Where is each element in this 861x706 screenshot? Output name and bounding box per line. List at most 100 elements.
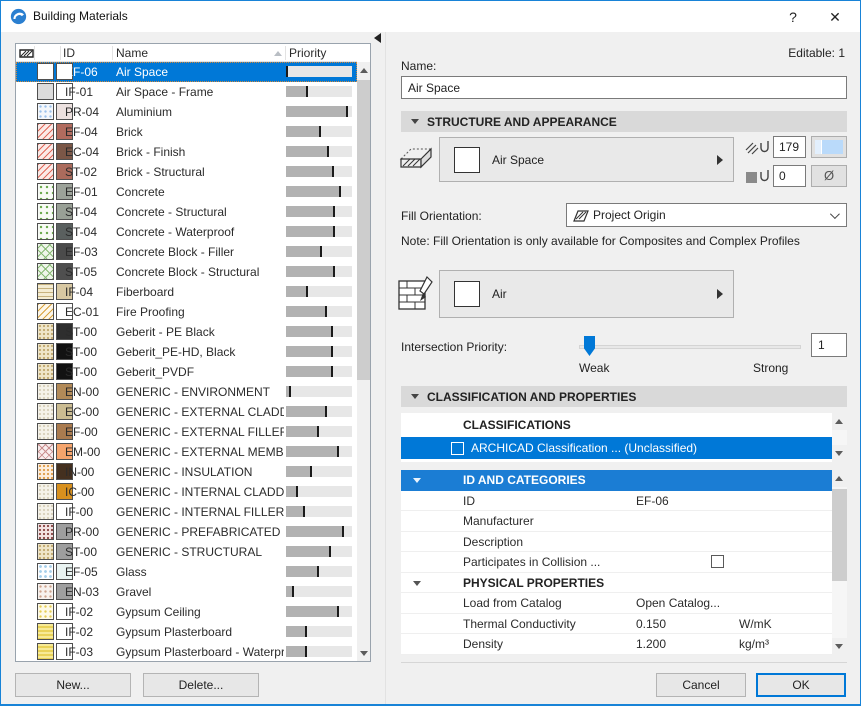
background-pen-input[interactable]: 0	[773, 165, 806, 187]
material-row[interactable]: EF-01Concrete	[16, 182, 357, 202]
classification-checkbox[interactable]	[451, 442, 464, 455]
panel-splitter[interactable]	[385, 32, 386, 706]
material-row[interactable]: ST-00Geberit - PE Black	[16, 322, 357, 342]
material-row[interactable]: EN-00GENERIC - ENVIRONMENT	[16, 382, 357, 402]
material-id: IF-01	[65, 85, 113, 99]
fill-pattern-swatch	[37, 263, 54, 280]
scroll-down-button[interactable]	[832, 445, 847, 462]
scroll-up-button[interactable]	[832, 413, 847, 430]
material-row[interactable]: ST-02Brick - Structural	[16, 162, 357, 182]
material-row[interactable]: EF-04Brick	[16, 122, 357, 142]
material-row[interactable]: EN-03Gravel	[16, 582, 357, 602]
materials-list-header[interactable]: ID Name Priority	[16, 44, 357, 62]
material-row[interactable]: ST-04Concrete - Structural	[16, 202, 357, 222]
column-header-priority[interactable]: Priority	[289, 46, 326, 60]
material-row[interactable]: ST-04Concrete - Waterproof	[16, 222, 357, 242]
cancel-button[interactable]: Cancel	[656, 673, 746, 697]
priority-value-input[interactable]: 1	[811, 333, 847, 357]
material-row[interactable]: IF-02Gypsum Plasterboard	[16, 622, 357, 642]
scrollbar-thumb[interactable]	[357, 80, 371, 380]
priority-bar	[286, 226, 352, 237]
material-id: ST-00	[65, 325, 113, 339]
name-input[interactable]: Air Space	[401, 76, 847, 99]
section-structure-appearance[interactable]: STRUCTURE AND APPEARANCE	[401, 111, 847, 132]
no-pen-button[interactable]: Ø	[811, 165, 847, 187]
material-row[interactable]: IF-02Gypsum Ceiling	[16, 602, 357, 622]
section-classification-properties[interactable]: CLASSIFICATION AND PROPERTIES	[401, 386, 847, 407]
materials-scrollbar[interactable]	[357, 62, 371, 662]
material-row[interactable]: EF-05Glass	[16, 562, 357, 582]
fill-pattern-swatch	[37, 523, 54, 540]
property-value[interactable]: EF-06	[636, 494, 669, 508]
material-row[interactable]: EC-00GENERIC - EXTERNAL CLADDING	[16, 402, 357, 422]
property-row[interactable]: Participates in Collision ...	[401, 552, 832, 573]
material-row[interactable]: IF-00GENERIC - INTERNAL FILLER	[16, 502, 357, 522]
material-row[interactable]: EF-06Air Space	[16, 62, 357, 82]
property-checkbox[interactable]	[711, 555, 724, 568]
properties-scrollbar[interactable]	[832, 470, 847, 655]
fill-orientation-dropdown[interactable]: Project Origin	[566, 203, 847, 227]
classification-row[interactable]: ARCHICAD Classification ... (Unclassifie…	[401, 437, 832, 459]
cut-fill-selector[interactable]: Air Space	[439, 137, 734, 182]
property-row[interactable]: Description	[401, 532, 832, 553]
fill-pattern-swatch	[37, 83, 54, 100]
surface-icon	[397, 273, 435, 315]
fill-pattern-swatch	[37, 323, 54, 340]
collapse-panel-icon[interactable]	[374, 33, 381, 43]
fill-pen-input[interactable]: 179	[773, 136, 806, 158]
pen-color-button[interactable]	[811, 136, 847, 158]
material-row[interactable]: EF-00GENERIC - EXTERNAL FILLER	[16, 422, 357, 442]
material-row[interactable]: IN-00GENERIC - INSULATION	[16, 462, 357, 482]
scroll-down-button[interactable]	[357, 645, 371, 662]
material-name: Fire Proofing	[116, 305, 284, 319]
material-row[interactable]: IF-03Gypsum Plasterboard - Waterproo	[16, 642, 357, 662]
material-name: Air Space - Frame	[116, 85, 284, 99]
material-row[interactable]: ST-00GENERIC - STRUCTURAL	[16, 542, 357, 562]
material-row[interactable]: ST-00Geberit_PE-HD, Black	[16, 342, 357, 362]
property-value[interactable]: 0.150	[636, 617, 666, 631]
priority-slider-track[interactable]	[579, 345, 801, 349]
column-header-name[interactable]: Name	[116, 46, 148, 60]
material-row[interactable]: IC-00GENERIC - INTERNAL CLADDING	[16, 482, 357, 502]
column-separator	[34, 46, 35, 60]
material-row[interactable]: PR-00GENERIC - PREFABRICATED	[16, 522, 357, 542]
material-row[interactable]: IF-01Air Space - Frame	[16, 82, 357, 102]
delete-button[interactable]: Delete...	[143, 673, 259, 697]
property-group-header[interactable]: PHYSICAL PROPERTIES	[401, 573, 832, 594]
material-name: Gypsum Ceiling	[116, 605, 284, 619]
material-row[interactable]: EF-03Concrete Block - Filler	[16, 242, 357, 262]
priority-slider-thumb[interactable]	[584, 336, 595, 356]
close-button[interactable]: ✕	[818, 5, 852, 29]
priority-bar	[286, 146, 352, 157]
material-row[interactable]: EM-00GENERIC - EXTERNAL MEMBRANE	[16, 442, 357, 462]
ok-button[interactable]: OK	[756, 673, 846, 697]
bottom-separator	[401, 662, 847, 663]
property-row[interactable]: IDEF-06	[401, 491, 832, 512]
property-group-header[interactable]: ID AND CATEGORIES	[401, 470, 832, 491]
new-button[interactable]: New...	[15, 673, 131, 697]
material-row[interactable]: ST-05Concrete Block - Structural	[16, 262, 357, 282]
property-value[interactable]: Open Catalog...	[636, 596, 720, 610]
classifications-scrollbar[interactable]	[832, 413, 847, 462]
column-separator	[60, 46, 61, 60]
property-row[interactable]: Density1.200kg/m³	[401, 634, 832, 655]
property-row[interactable]: Thermal Conductivity0.150W/mK	[401, 614, 832, 635]
material-row[interactable]: EC-04Brick - Finish	[16, 142, 357, 162]
scroll-down-button[interactable]	[832, 638, 847, 655]
material-row[interactable]: EC-01Fire Proofing	[16, 302, 357, 322]
scroll-up-button[interactable]	[357, 62, 371, 79]
material-row[interactable]: IF-04Fiberboard	[16, 282, 357, 302]
material-row[interactable]: PR-04Aluminium	[16, 102, 357, 122]
help-button[interactable]: ?	[776, 5, 810, 29]
property-row[interactable]: Load from CatalogOpen Catalog...	[401, 593, 832, 614]
scrollbar-thumb[interactable]	[832, 489, 847, 581]
scroll-up-button[interactable]	[832, 470, 847, 487]
material-row[interactable]: ST-00Geberit_PVDF	[16, 362, 357, 382]
surface-selector[interactable]: Air	[439, 270, 734, 318]
priority-bar	[286, 626, 352, 637]
popup-arrow-icon	[717, 289, 723, 299]
column-header-id[interactable]: ID	[63, 46, 75, 60]
property-value[interactable]: 1.200	[636, 637, 666, 651]
property-row[interactable]: Manufacturer	[401, 511, 832, 532]
material-name: Concrete	[116, 185, 284, 199]
